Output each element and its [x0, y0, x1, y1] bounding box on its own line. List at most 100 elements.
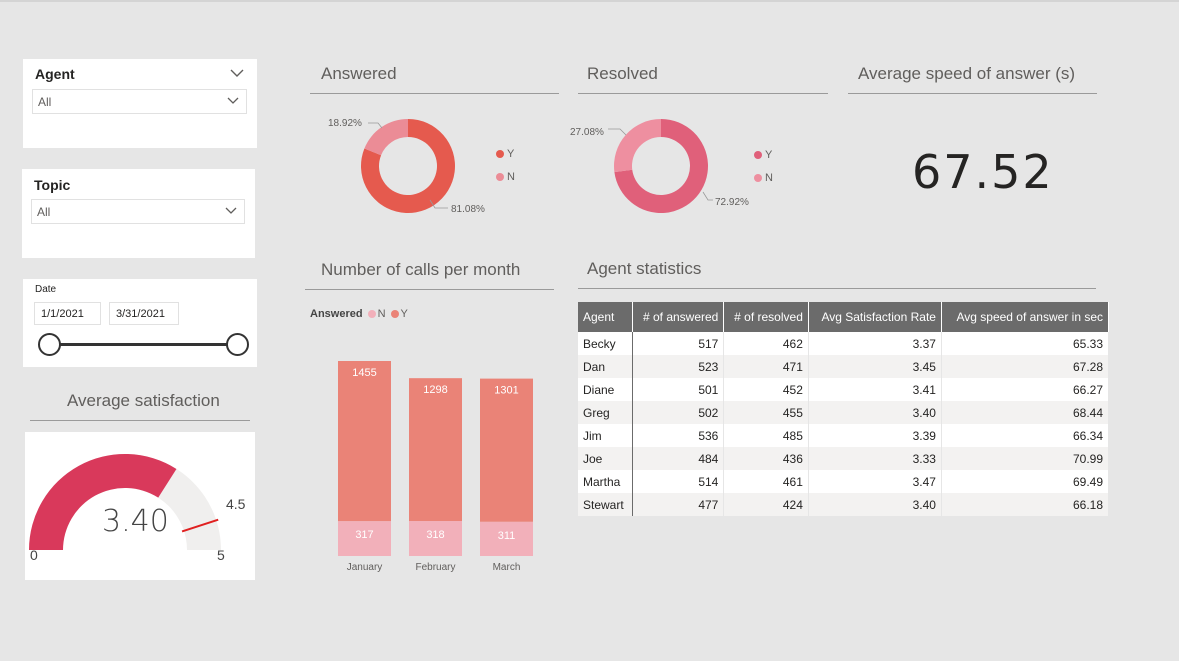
avg-satisfaction-divider	[30, 420, 250, 421]
avg-speed-title: Average speed of answer (s)	[858, 64, 1076, 83]
table-cell: 3.41	[808, 378, 942, 401]
resolved-n-leader	[608, 128, 627, 136]
table-cell: 66.18	[941, 493, 1110, 516]
agent-name-cell: Jim	[578, 424, 633, 447]
table-cell: 66.34	[941, 424, 1110, 447]
bar-y[interactable]	[480, 378, 533, 522]
date-slicer-title: Date	[35, 284, 57, 295]
table-cell: 502	[632, 401, 725, 424]
column-header[interactable]: Avg speed of answer in sec	[941, 302, 1110, 332]
resolved-y-leader	[702, 191, 713, 201]
legend-dot-y	[754, 151, 762, 159]
legend-label-y: Y	[400, 308, 408, 320]
bar-y[interactable]	[338, 361, 391, 522]
resolved-divider	[578, 93, 828, 94]
table-cell: 514	[632, 470, 725, 493]
answered-legend: Y N	[496, 147, 515, 184]
gauge-min-label: 0	[30, 547, 38, 563]
answered-title: Answered	[321, 64, 397, 83]
resolved-y-label: 72.92%	[715, 197, 749, 208]
answered-divider	[310, 93, 559, 94]
agent-name-cell: Greg	[578, 401, 633, 424]
legend-dot-y	[496, 150, 504, 158]
table-row[interactable]: Jim 536 485 3.39 66.34	[578, 424, 1110, 447]
table-cell: 3.47	[808, 470, 942, 493]
bar-y-label: 1301	[494, 385, 518, 397]
table-cell: 436	[723, 447, 809, 470]
agent-slicer: Agent All	[23, 59, 257, 148]
agent-stats-title: Agent statistics	[587, 259, 702, 278]
table-cell: 3.40	[808, 401, 942, 424]
legend-dot-n	[367, 310, 376, 318]
agent-dropdown[interactable]: All	[32, 89, 247, 114]
date-end-input[interactable]: 3/31/2021	[109, 302, 179, 325]
avg-speed-value: 67.52	[912, 145, 1054, 199]
date-slider-start-handle[interactable]	[38, 333, 61, 356]
table-cell: 517	[632, 332, 725, 355]
gauge-target-label: 4.5	[226, 496, 246, 512]
date-slider-end-handle[interactable]	[226, 333, 249, 356]
bar-n-label: 317	[355, 529, 373, 541]
chevron-down-icon	[225, 207, 237, 214]
table-cell: 484	[632, 447, 725, 470]
legend-dot-n	[496, 173, 504, 181]
top-border	[0, 0, 1179, 2]
gauge-max-label: 5	[217, 547, 225, 563]
bar-n-label: 318	[426, 529, 444, 541]
legend-label-n: N	[765, 172, 773, 184]
legend-item-n[interactable]: N	[754, 171, 773, 185]
x-axis-tick-label: January	[347, 562, 383, 573]
date-slider-track	[49, 343, 237, 346]
x-axis-tick-label: February	[415, 562, 455, 573]
agent-name-cell: Stewart	[578, 493, 633, 516]
table-row[interactable]: Dan 523 471 3.45 67.28	[578, 355, 1110, 378]
avg-satisfaction-title: Average satisfaction	[67, 391, 220, 410]
table-cell: 3.37	[808, 332, 942, 355]
table-body: Becky 517 462 3.37 65.33 Dan 523 471 3.45 67.28 Di…	[578, 332, 1110, 516]
legend-label-y: Y	[765, 149, 773, 161]
table-header-row: Agent # of answered # of resolved Avg Satis…	[578, 302, 1110, 332]
table-cell: 3.40	[808, 493, 942, 516]
avg-speed-divider	[848, 93, 1097, 94]
legend-label-n: N	[377, 308, 386, 320]
table-row[interactable]: Greg 502 455 3.40 68.44	[578, 401, 1110, 424]
legend-item-n[interactable]: N	[496, 170, 515, 184]
legend-item-y[interactable]: Y	[496, 147, 515, 161]
table-row[interactable]: Becky 517 462 3.37 65.33	[578, 332, 1110, 355]
slicer-collapse-icon[interactable]	[230, 68, 244, 78]
calls-legend-title: Answered	[310, 308, 363, 320]
agent-name-cell: Martha	[578, 470, 633, 493]
calls-divider	[305, 289, 554, 290]
answered-n-leader	[368, 122, 383, 129]
table-row[interactable]: Joe 484 436 3.33 70.99	[578, 447, 1110, 470]
table-cell: 3.39	[808, 424, 942, 447]
table-cell: 536	[632, 424, 725, 447]
table-row[interactable]: Martha 514 461 3.47 69.49	[578, 470, 1110, 493]
column-header[interactable]: # of resolved	[723, 302, 809, 332]
legend-item-y[interactable]: Y	[754, 148, 773, 162]
table-row[interactable]: Stewart 477 424 3.40 66.18	[578, 493, 1110, 516]
table-cell: 462	[723, 332, 809, 355]
legend-dot-y	[390, 310, 399, 318]
donut-slice-n[interactable]	[614, 119, 661, 173]
table-cell: 452	[723, 378, 809, 401]
column-header[interactable]: Agent	[578, 302, 633, 332]
agent-name-cell: Joe	[578, 447, 633, 470]
bar-y[interactable]	[409, 378, 462, 522]
table-cell: 66.27	[941, 378, 1110, 401]
date-start-input[interactable]: 1/1/2021	[34, 302, 101, 325]
topic-slicer: Topic All	[22, 169, 255, 258]
resolved-donut	[614, 119, 708, 213]
table-row[interactable]: Diane 501 452 3.41 66.27	[578, 378, 1110, 401]
donut-slice-n[interactable]	[364, 119, 408, 156]
table-cell: 501	[632, 378, 725, 401]
answered-n-label: 18.92%	[328, 118, 362, 129]
agent-stats-table: Agent # of answered # of resolved Avg Satis…	[578, 302, 1110, 516]
column-header[interactable]: # of answered	[632, 302, 725, 332]
table-cell: 70.99	[941, 447, 1110, 470]
topic-dropdown[interactable]: All	[31, 199, 245, 224]
table-cell: 424	[723, 493, 809, 516]
table-cell: 477	[632, 493, 725, 516]
bar-y-label: 1455	[352, 367, 376, 379]
column-header[interactable]: Avg Satisfaction Rate	[808, 302, 942, 332]
